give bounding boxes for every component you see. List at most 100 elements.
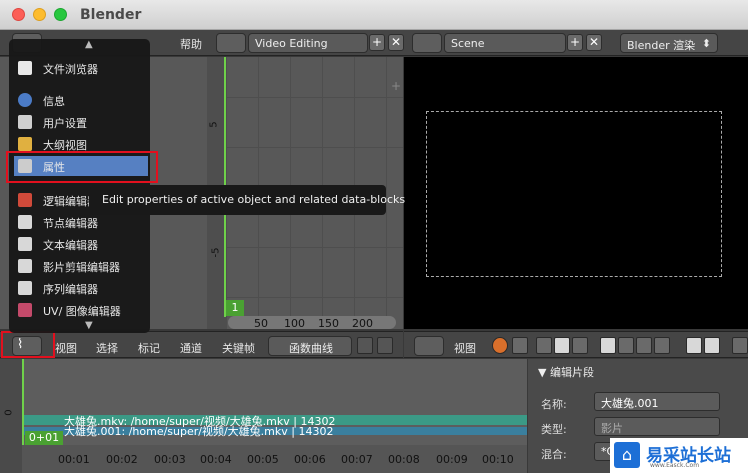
channel-label: 0 [3,409,15,416]
minimize-window-button[interactable] [33,8,46,21]
safe-area-icon[interactable] [704,337,720,354]
extra-icon[interactable] [732,337,748,354]
scene-icon[interactable] [412,33,442,53]
file-browser-icon [18,61,32,75]
menu-item-node-editor[interactable]: 节点编辑器 [14,212,148,232]
display-color-icon[interactable] [654,337,670,354]
user-prefs-icon [18,115,32,129]
time-tick: 00:03 [154,453,186,466]
editor-type-highlight [1,331,55,358]
x-tick-label: 200 [352,317,373,330]
x-tick-label: 100 [284,317,305,330]
y-tick-label: 5 [208,121,220,128]
time-tick: 00:07 [341,453,373,466]
menu-marker[interactable]: 标记 [138,340,160,356]
menu-item-user-prefs[interactable]: 用户设置 [14,112,148,132]
sequencer-frame-badge: 0+01 [25,431,63,445]
blend-label: 混合: [541,448,567,461]
strips-icon[interactable] [536,337,552,354]
graph-editor-header: ⌇ 视图 选择 标记 通道 关键帧 函数曲线 [0,331,403,358]
menu-item-label: 用户设置 [43,117,87,130]
render-engine-select[interactable]: Blender 渲染 ⬍ [620,33,718,53]
strip-name-value: 大雄兔.001 [601,397,659,410]
menu-item-label: 逻辑编辑器 [43,195,89,208]
cursor-icon[interactable] [357,337,373,354]
menu-item-movie-clip[interactable]: 影片剪辑编辑器 [14,256,148,276]
grid-line [227,97,403,98]
delete-scene-button[interactable]: ✕ [586,34,602,51]
menu-item-label: 序列编辑器 [43,283,98,296]
menu-view[interactable]: 视图 [55,340,77,356]
menu-help[interactable]: 帮助 [180,36,202,52]
add-scene-button[interactable]: + [567,34,583,51]
display-checker-icon[interactable] [600,337,616,354]
delete-screen-button[interactable]: ✕ [388,34,404,51]
menu-item-label: 节点编辑器 [43,217,98,230]
menu-view-preview[interactable]: 视图 [454,340,476,356]
scroll-up-arrow-icon[interactable]: ▲ [85,39,93,50]
watermark: ⌂ 易采站长站 www.Easck.Com [610,438,748,473]
display-circle-icon[interactable] [636,337,652,354]
menu-item-info[interactable]: 信息 [14,90,148,110]
screen-layout-icon[interactable] [216,33,246,53]
menu-item-sequencer[interactable]: 序列编辑器 [14,278,148,298]
screen-layout-label: Video Editing [255,37,328,50]
scroll-down-arrow-icon[interactable]: ▼ [85,320,93,331]
info-icon [18,93,32,107]
display-mode-icon[interactable] [618,337,634,354]
scene-field[interactable]: Scene [444,33,566,53]
preview-editor-type-button[interactable] [414,336,444,356]
time-tick: 00:06 [294,453,326,466]
movie-clip-icon [18,259,32,273]
x-tick-label: 50 [254,317,268,330]
sequencer-timeline[interactable]: 0 大雄兔.mkv: /home/super/视频/大雄兔.mkv | 1430… [0,359,527,473]
record-icon[interactable] [492,337,508,354]
node-editor-icon [18,215,32,229]
menu-item-uv-image[interactable]: UV/ 图像编辑器 [14,300,148,320]
properties-highlight [6,151,158,183]
time-tick: 00:09 [436,453,468,466]
time-tick: 00:08 [388,453,420,466]
menu-channel[interactable]: 通道 [180,340,202,356]
grid-line [227,297,403,298]
graph-mode-select[interactable]: 函数曲线 [268,336,352,356]
menu-item-label: 影片剪辑编辑器 [43,261,120,274]
time-tick: 00:04 [200,453,232,466]
menu-select[interactable]: 选择 [96,340,118,356]
add-region-icon[interactable]: + [391,79,401,93]
time-tick: 00:10 [482,453,514,466]
menu-item-label: 文本编辑器 [43,239,98,252]
lock-icon[interactable] [512,337,528,354]
ghost-icon[interactable] [377,337,393,354]
text-editor-icon [18,237,32,251]
channel-icon[interactable] [572,337,588,354]
current-frame-badge: 1 [226,300,244,316]
grid-line [227,247,403,248]
name-label: 名称: [541,398,567,411]
strip-type-field: 影片 [594,417,720,436]
checker-icon[interactable] [554,337,570,354]
panel-title[interactable]: ▼ 编辑片段 [538,364,594,380]
render-engine-label: Blender 渲染 [627,39,696,52]
x-tick-label: 150 [318,317,339,330]
add-screen-button[interactable]: + [369,34,385,51]
properties-tooltip: Edit properties of active object and rel… [90,185,405,215]
menu-item-logic-editor[interactable]: 逻辑编辑器 [14,190,90,210]
sequencer-icon [18,281,32,295]
outliner-icon [18,137,32,151]
menu-key[interactable]: 关键帧 [222,340,255,356]
overlay-icon[interactable] [686,337,702,354]
close-window-button[interactable] [12,8,25,21]
screen-layout-field[interactable]: Video Editing [248,33,368,53]
watermark-url: www.Easck.Com [650,462,700,469]
menu-item-file-browser[interactable]: 文件浏览器 [14,58,148,78]
grid-line [227,147,403,148]
strip-name-field[interactable]: 大雄兔.001 [594,392,720,411]
y-tick-label: -5 [210,247,222,258]
uv-image-icon [18,303,32,317]
sequencer-frame-line[interactable] [22,359,24,445]
channel-ruler [0,359,22,473]
menu-item-label: UV/ 图像编辑器 [43,305,121,318]
menu-item-text-editor[interactable]: 文本编辑器 [14,234,148,254]
maximize-window-button[interactable] [54,8,67,21]
